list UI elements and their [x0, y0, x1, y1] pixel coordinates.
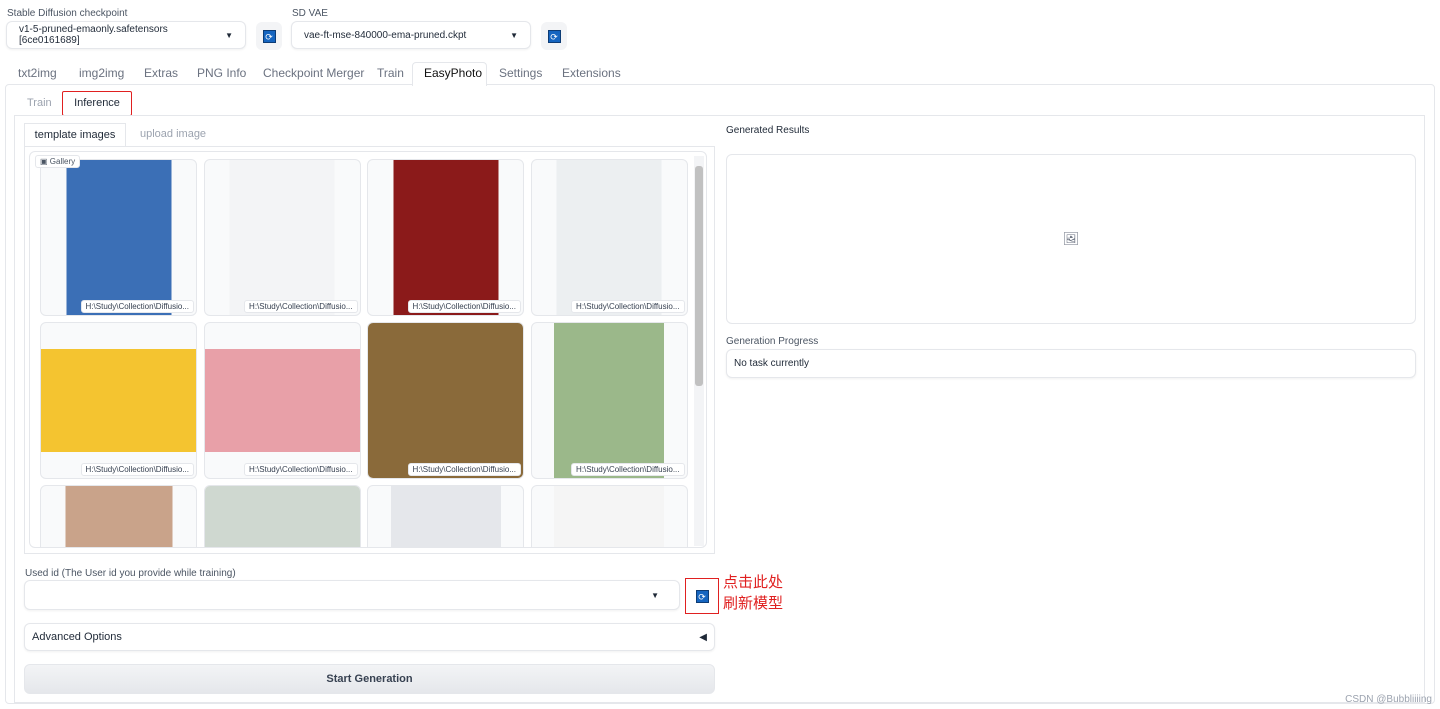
- vae-label: SD VAE: [292, 8, 328, 19]
- checkpoint-value: v1-5-pruned-emaonly.safetensors [6ce0161…: [19, 24, 168, 46]
- gallery-thumbnail[interactable]: H:\Study\Collection\Diffusio...: [40, 322, 197, 479]
- template-image: [204, 349, 360, 452]
- template-image: [368, 323, 523, 478]
- refresh-user-id-button[interactable]: ⟳: [689, 582, 715, 610]
- scrollbar-thumb[interactable]: [695, 166, 703, 386]
- watermark: CSDN @Bubbliiiing: [1345, 694, 1432, 705]
- tab-extras[interactable]: Extras: [144, 62, 178, 85]
- gallery-thumbnail[interactable]: H:\Study\Collection\Diffusio...: [40, 159, 197, 316]
- tab-extensions[interactable]: Extensions: [562, 62, 621, 85]
- tab-upload-image[interactable]: upload image: [140, 128, 206, 140]
- template-image: [66, 160, 171, 315]
- gallery-thumbnail[interactable]: H:\Study\Collection\Diffusio...: [203, 159, 361, 316]
- image-icon: ▣: [40, 157, 50, 166]
- gallery-thumbnail[interactable]: [40, 485, 197, 547]
- template-image: [554, 486, 664, 547]
- gallery: H:\Study\Collection\Diffusio... H:\Study\…: [29, 151, 707, 548]
- generated-results-area: 🖼: [726, 154, 1416, 324]
- chevron-down-icon: ▼: [225, 30, 233, 40]
- gallery-thumbnail[interactable]: H:\Study\Collection\Diffusio...: [367, 322, 524, 479]
- tab-train[interactable]: Train: [377, 62, 404, 85]
- tab-settings[interactable]: Settings: [499, 62, 542, 85]
- thumbnail-caption: H:\Study\Collection\Diffusio...: [571, 300, 685, 313]
- refresh-icon: ⟳: [695, 589, 709, 603]
- thumbnail-caption: H:\Study\Collection\Diffusio...: [244, 300, 358, 313]
- subtab-inference[interactable]: Inference: [62, 91, 132, 116]
- generation-progress-label: Generation Progress: [726, 336, 819, 347]
- template-image: [41, 349, 196, 452]
- tab-txt2img[interactable]: txt2img: [18, 62, 57, 85]
- refresh-icon: ⟳: [262, 29, 276, 43]
- gallery-thumbnail[interactable]: H:\Study\Collection\Diffusio...: [367, 159, 524, 316]
- template-image: [65, 486, 172, 547]
- template-image: [204, 486, 360, 547]
- collapse-triangle-icon: ◀: [699, 631, 707, 643]
- gallery-thumbnail[interactable]: [530, 485, 688, 547]
- image-placeholder-icon: 🖼: [1062, 231, 1080, 246]
- user-id-label: Used id (The User id you provide while t…: [25, 568, 236, 579]
- gallery-scrollbar[interactable]: [694, 156, 704, 546]
- generation-progress-box: No task currently: [726, 349, 1416, 378]
- thumbnail-caption: H:\Study\Collection\Diffusio...: [571, 463, 685, 476]
- thumbnail-caption: H:\Study\Collection\Diffusio...: [407, 463, 521, 476]
- tab-checkpoint-merger[interactable]: Checkpoint Merger: [263, 62, 364, 85]
- template-image: [229, 160, 335, 315]
- advanced-options-label: Advanced Options: [32, 631, 122, 643]
- refresh-icon: ⟳: [547, 29, 561, 43]
- thumbnail-caption: H:\Study\Collection\Diffusio...: [244, 463, 358, 476]
- checkpoint-label: Stable Diffusion checkpoint: [7, 8, 128, 19]
- generated-results-label: Generated Results: [726, 125, 810, 136]
- start-generation-button[interactable]: Start Generation: [24, 664, 715, 694]
- gallery-thumbnail[interactable]: H:\Study\Collection\Diffusio...: [530, 159, 688, 316]
- checkpoint-dropdown[interactable]: v1-5-pruned-emaonly.safetensors [6ce0161…: [6, 21, 246, 49]
- progress-text: No task currently: [734, 358, 810, 369]
- refresh-checkpoint-button[interactable]: ⟳: [256, 22, 282, 50]
- template-image: [393, 160, 498, 315]
- subtab-train[interactable]: Train: [27, 97, 52, 109]
- thumbnail-caption: H:\Study\Collection\Diffusio...: [80, 463, 194, 476]
- tab-png-info[interactable]: PNG Info: [197, 62, 246, 85]
- annotation-text: 点击此处 刷新模型: [723, 574, 784, 612]
- template-image: [390, 486, 501, 547]
- advanced-options-accordion[interactable]: Advanced Options ◀: [24, 623, 715, 651]
- gallery-thumbnail[interactable]: [203, 485, 361, 547]
- thumbnail-caption: H:\Study\Collection\Diffusio...: [407, 300, 521, 313]
- chevron-down-icon: ▼: [651, 590, 659, 600]
- tab-img2img[interactable]: img2img: [79, 62, 124, 85]
- tab-template-images[interactable]: template images: [24, 123, 126, 147]
- tab-easyphoto[interactable]: EasyPhoto: [424, 62, 482, 85]
- gallery-thumbnail[interactable]: [367, 485, 524, 547]
- thumbnail-caption: H:\Study\Collection\Diffusio...: [80, 300, 194, 313]
- chevron-down-icon: ▼: [510, 30, 518, 40]
- gallery-thumbnail[interactable]: H:\Study\Collection\Diffusio...: [530, 322, 688, 479]
- gallery-label: ▣ Gallery: [35, 155, 81, 168]
- gallery-thumbnail[interactable]: H:\Study\Collection\Diffusio...: [203, 322, 361, 479]
- vae-dropdown[interactable]: vae-ft-mse-840000-ema-pruned.ckpt ▼: [291, 21, 531, 49]
- user-id-dropdown[interactable]: ▼: [24, 580, 680, 610]
- template-image: [556, 160, 662, 315]
- refresh-vae-button[interactable]: ⟳: [541, 22, 567, 50]
- template-image: [554, 323, 664, 478]
- vae-value: vae-ft-mse-840000-ema-pruned.ckpt: [304, 29, 467, 41]
